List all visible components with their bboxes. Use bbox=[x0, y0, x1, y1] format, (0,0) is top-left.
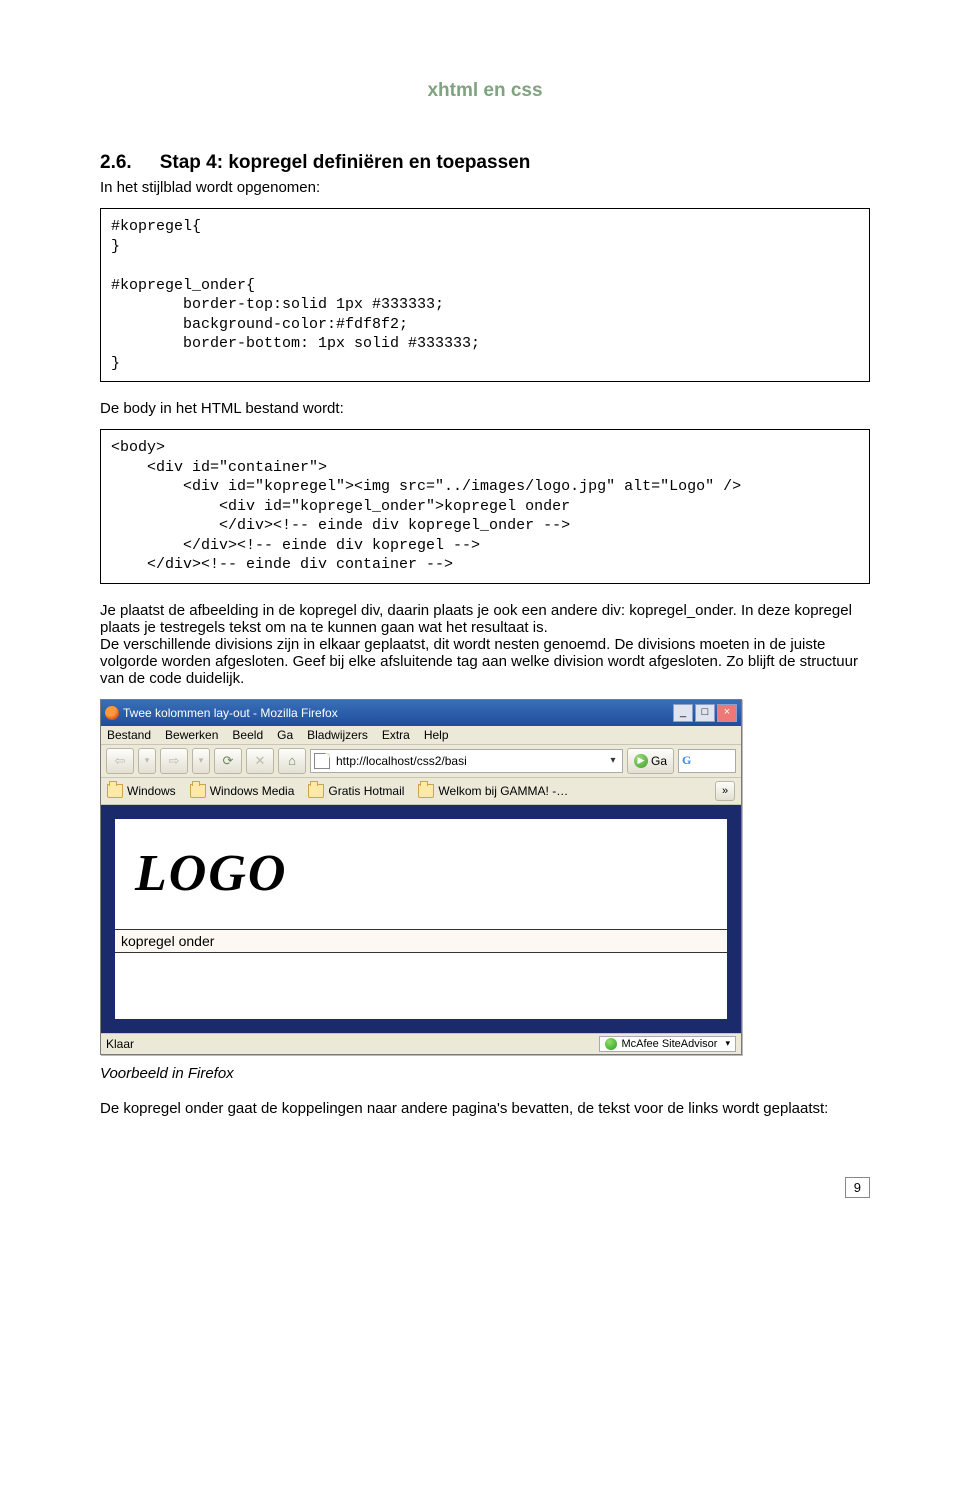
bookmark-label: Windows bbox=[127, 784, 176, 798]
status-text: Klaar bbox=[106, 1037, 593, 1051]
bookmark-windows[interactable]: Windows bbox=[107, 784, 176, 798]
page-number: 9 bbox=[845, 1177, 870, 1198]
url-input[interactable] bbox=[334, 753, 603, 769]
nav-toolbar: ⇦ ▾ ⇨ ▾ ⟳ ✕ ⌂ ▾ ▶ Ga G bbox=[101, 745, 741, 778]
menu-bewerken[interactable]: Bewerken bbox=[165, 728, 218, 742]
back-dropdown[interactable]: ▾ bbox=[138, 748, 156, 774]
maximize-button[interactable]: □ bbox=[695, 704, 715, 722]
logo-image: LOGO bbox=[135, 844, 287, 903]
menu-help[interactable]: Help bbox=[424, 728, 449, 742]
url-dropdown-icon[interactable]: ▾ bbox=[607, 755, 619, 766]
window-title: Twee kolommen lay-out - Mozilla Firefox bbox=[123, 706, 673, 720]
mid-para: De body in het HTML bestand wordt: bbox=[100, 400, 870, 417]
reload-button[interactable]: ⟳ bbox=[214, 748, 242, 774]
go-icon: ▶ bbox=[634, 754, 648, 768]
siteadvisor-dropdown-icon: ▾ bbox=[725, 1038, 730, 1049]
forward-button[interactable]: ⇨ bbox=[160, 748, 188, 774]
window-titlebar: Twee kolommen lay-out - Mozilla Firefox … bbox=[101, 700, 741, 726]
running-header: xhtml en css bbox=[100, 80, 870, 102]
section-title: Stap 4: kopregel definiëren en toepassen bbox=[160, 152, 531, 173]
google-icon: G bbox=[682, 753, 691, 768]
firefox-icon bbox=[105, 706, 119, 720]
code-block-2: <body> <div id="container"> <div id="kop… bbox=[100, 429, 870, 584]
menu-bar: Bestand Bewerken Beeld Ga Bladwijzers Ex… bbox=[101, 726, 741, 745]
browser-screenshot: Twee kolommen lay-out - Mozilla Firefox … bbox=[100, 699, 742, 1055]
bookmark-label: Welkom bij GAMMA! -… bbox=[438, 784, 568, 798]
bookmark-windows-media[interactable]: Windows Media bbox=[190, 784, 295, 798]
menu-bestand[interactable]: Bestand bbox=[107, 728, 151, 742]
page-icon bbox=[314, 753, 330, 769]
home-button[interactable]: ⌂ bbox=[278, 748, 306, 774]
folder-icon bbox=[418, 784, 434, 798]
code-block-1: #kopregel{ } #kopregel_onder{ border-top… bbox=[100, 208, 870, 382]
close-button[interactable]: × bbox=[717, 704, 737, 722]
page-footer: 9 bbox=[100, 1177, 870, 1198]
address-bar[interactable]: ▾ bbox=[310, 749, 623, 773]
menu-beeld[interactable]: Beeld bbox=[232, 728, 263, 742]
intro-para: In het stijlblad wordt opgenomen: bbox=[100, 179, 870, 196]
siteadvisor-label: McAfee SiteAdvisor bbox=[621, 1038, 717, 1050]
folder-icon bbox=[107, 784, 123, 798]
final-para: De kopregel onder gaat de koppelingen na… bbox=[100, 1100, 870, 1117]
explain-para: Je plaatst de afbeelding in de kopregel … bbox=[100, 602, 870, 687]
bookmarks-toolbar: Windows Windows Media Gratis Hotmail Wel… bbox=[101, 778, 741, 805]
menu-extra[interactable]: Extra bbox=[382, 728, 410, 742]
status-bar: Klaar McAfee SiteAdvisor ▾ bbox=[101, 1033, 741, 1054]
minimize-button[interactable]: _ bbox=[673, 704, 693, 722]
menu-ga[interactable]: Ga bbox=[277, 728, 293, 742]
siteadvisor-widget[interactable]: McAfee SiteAdvisor ▾ bbox=[599, 1036, 736, 1052]
folder-icon bbox=[190, 784, 206, 798]
forward-dropdown[interactable]: ▾ bbox=[192, 748, 210, 774]
bookmark-label: Windows Media bbox=[210, 784, 295, 798]
go-label: Ga bbox=[651, 754, 667, 768]
stop-button[interactable]: ✕ bbox=[246, 748, 274, 774]
browser-viewport: LOGO kopregel onder bbox=[101, 805, 741, 1033]
figure-caption: Voorbeeld in Firefox bbox=[100, 1065, 870, 1082]
bookmark-label: Gratis Hotmail bbox=[328, 784, 404, 798]
bookmark-hotmail[interactable]: Gratis Hotmail bbox=[308, 784, 404, 798]
folder-icon bbox=[308, 784, 324, 798]
kopregel-onder: kopregel onder bbox=[115, 929, 727, 953]
rendered-page: LOGO kopregel onder bbox=[115, 819, 727, 1019]
bookmark-gamma[interactable]: Welkom bij GAMMA! -… bbox=[418, 784, 568, 798]
section-heading: 2.6. Stap 4: kopregel definiëren en toepa… bbox=[100, 152, 870, 174]
back-button[interactable]: ⇦ bbox=[106, 748, 134, 774]
bookmarks-overflow[interactable]: » bbox=[715, 781, 735, 801]
siteadvisor-icon bbox=[605, 1038, 617, 1050]
search-box[interactable]: G bbox=[678, 749, 736, 773]
go-button[interactable]: ▶ Ga bbox=[627, 748, 674, 774]
kopregel-area: LOGO bbox=[115, 819, 727, 929]
section-number: 2.6. bbox=[100, 152, 132, 173]
menu-bladwijzers[interactable]: Bladwijzers bbox=[307, 728, 368, 742]
